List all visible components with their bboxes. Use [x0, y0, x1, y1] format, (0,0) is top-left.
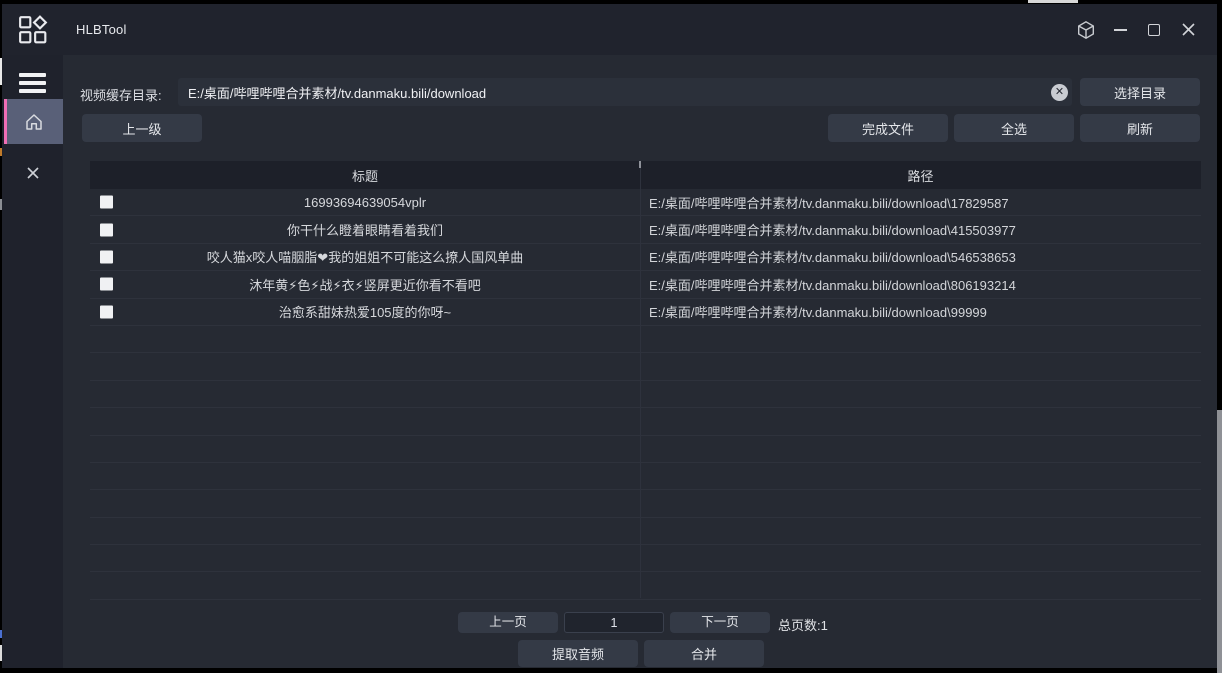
merge-button[interactable]: 合并 — [644, 640, 764, 667]
maximize-icon — [1148, 24, 1160, 36]
table-row-empty — [90, 436, 1201, 463]
x-icon — [26, 166, 40, 180]
app-window: HLBTool — [2, 4, 1217, 668]
active-indicator — [4, 99, 7, 144]
background-artifact — [1217, 410, 1222, 673]
table-row-empty — [90, 381, 1201, 408]
window-title: HLBTool — [76, 22, 127, 37]
next-page-button[interactable]: 下一页 — [670, 612, 770, 633]
row-path: E:/桌面/哔哩哔哩合并素材/tv.danmaku.bili/download\… — [649, 193, 1009, 212]
menu-toggle-button[interactable] — [19, 73, 46, 97]
row-title: 咬人猫x咬人喵胭脂❤我的姐姐不可能这么撩人国风单曲 — [207, 247, 523, 266]
column-header-path[interactable]: 路径 — [640, 166, 1201, 185]
background-artifact — [0, 199, 2, 210]
titlebar: HLBTool — [2, 4, 1217, 55]
table-row-empty — [90, 545, 1201, 572]
sidebar-item-close[interactable] — [2, 155, 63, 191]
row-checkbox[interactable] — [100, 223, 113, 236]
row-title: 沐年黄⚡色⚡战⚡衣⚡竖屏更近你看不看吧 — [249, 275, 481, 294]
table-row: 你干什么瞪着眼睛看着我们 E:/桌面/哔哩哔哩合并素材/tv.danmaku.bi… — [90, 216, 1201, 243]
theme-cube-icon[interactable] — [1071, 15, 1101, 45]
row-title: 16993694639054vplr — [304, 195, 426, 210]
table-row: 16993694639054vplr E:/桌面/哔哩哔哩合并素材/tv.danm… — [90, 189, 1201, 216]
app-logo-icon — [18, 15, 48, 45]
sidebar-item-home[interactable] — [4, 99, 63, 144]
column-divider — [640, 161, 641, 598]
up-level-button[interactable]: 上一级 — [82, 114, 202, 142]
minimize-icon — [1114, 29, 1127, 31]
close-button[interactable] — [1173, 15, 1203, 45]
row-title: 你干什么瞪着眼睛看着我们 — [287, 220, 443, 239]
column-header-title[interactable]: 标题 — [90, 166, 640, 185]
column-resize-handle[interactable] — [639, 161, 641, 168]
table-row-empty — [90, 518, 1201, 545]
table-row-empty — [90, 408, 1201, 435]
table-row: 咬人猫x咬人喵胭脂❤我的姐姐不可能这么撩人国风单曲 E:/桌面/哔哩哔哩合并素材/… — [90, 244, 1201, 271]
dir-label: 视频缓存目录: — [80, 85, 162, 104]
row-checkbox[interactable] — [100, 250, 113, 263]
background-artifact — [1028, 0, 1078, 3]
page-input[interactable] — [564, 612, 664, 633]
select-all-button[interactable]: 全选 — [954, 114, 1074, 142]
choose-dir-button[interactable]: 选择目录 — [1080, 78, 1200, 106]
row-title: 治愈系甜妹热爱105度的你呀~ — [279, 302, 451, 321]
row-path: E:/桌面/哔哩哔哩合并素材/tv.danmaku.bili/download\… — [649, 302, 987, 321]
table-row: 沐年黄⚡色⚡战⚡衣⚡竖屏更近你看不看吧 E:/桌面/哔哩哔哩合并素材/tv.dan… — [90, 271, 1201, 298]
table-row-empty — [90, 353, 1201, 380]
extract-audio-button[interactable]: 提取音频 — [518, 640, 638, 667]
refresh-button[interactable]: 刷新 — [1080, 114, 1200, 142]
row-path: E:/桌面/哔哩哔哩合并素材/tv.danmaku.bili/download\… — [649, 275, 1016, 294]
prev-page-button[interactable]: 上一页 — [458, 612, 558, 633]
maximize-button[interactable] — [1139, 15, 1169, 45]
table-row-empty — [90, 463, 1201, 490]
table-body: 16993694639054vplr E:/桌面/哔哩哔哩合并素材/tv.danm… — [90, 189, 1201, 600]
background-artifact — [0, 58, 2, 85]
background-artifact — [0, 630, 2, 638]
close-icon — [1181, 22, 1196, 37]
main-panel: 视频缓存目录: ✕ 选择目录 上一级 完成文件 全选 刷新 标题 路径 1699… — [63, 55, 1217, 668]
table-row-empty — [90, 326, 1201, 353]
table-row-empty — [90, 490, 1201, 517]
row-path: E:/桌面/哔哩哔哩合并素材/tv.danmaku.bili/download\… — [649, 220, 1016, 239]
clear-input-icon[interactable]: ✕ — [1051, 84, 1068, 101]
table-header: 标题 路径 — [90, 161, 1201, 189]
background-artifact — [0, 148, 2, 156]
total-pages-label: 总页数:1 — [778, 615, 828, 634]
row-checkbox[interactable] — [100, 196, 113, 209]
file-table: 标题 路径 16993694639054vplr E:/桌面/哔哩哔哩合并素材/t… — [90, 161, 1201, 600]
screen: HLBTool — [0, 0, 1222, 673]
table-row: 治愈系甜妹热爱105度的你呀~ E:/桌面/哔哩哔哩合并素材/tv.danmaku… — [90, 299, 1201, 326]
home-icon — [23, 111, 45, 133]
dir-input[interactable] — [178, 78, 1072, 106]
sidebar — [2, 55, 63, 668]
background-artifact — [0, 645, 2, 661]
row-checkbox[interactable] — [100, 278, 113, 291]
minimize-button[interactable] — [1105, 15, 1135, 45]
table-row-empty — [90, 572, 1201, 599]
finished-files-button[interactable]: 完成文件 — [828, 114, 948, 142]
row-checkbox[interactable] — [100, 305, 113, 318]
hamburger-icon — [19, 73, 46, 77]
row-path: E:/桌面/哔哩哔哩合并素材/tv.danmaku.bili/download\… — [649, 247, 1016, 266]
window-body: 视频缓存目录: ✕ 选择目录 上一级 完成文件 全选 刷新 标题 路径 1699… — [2, 55, 1217, 668]
